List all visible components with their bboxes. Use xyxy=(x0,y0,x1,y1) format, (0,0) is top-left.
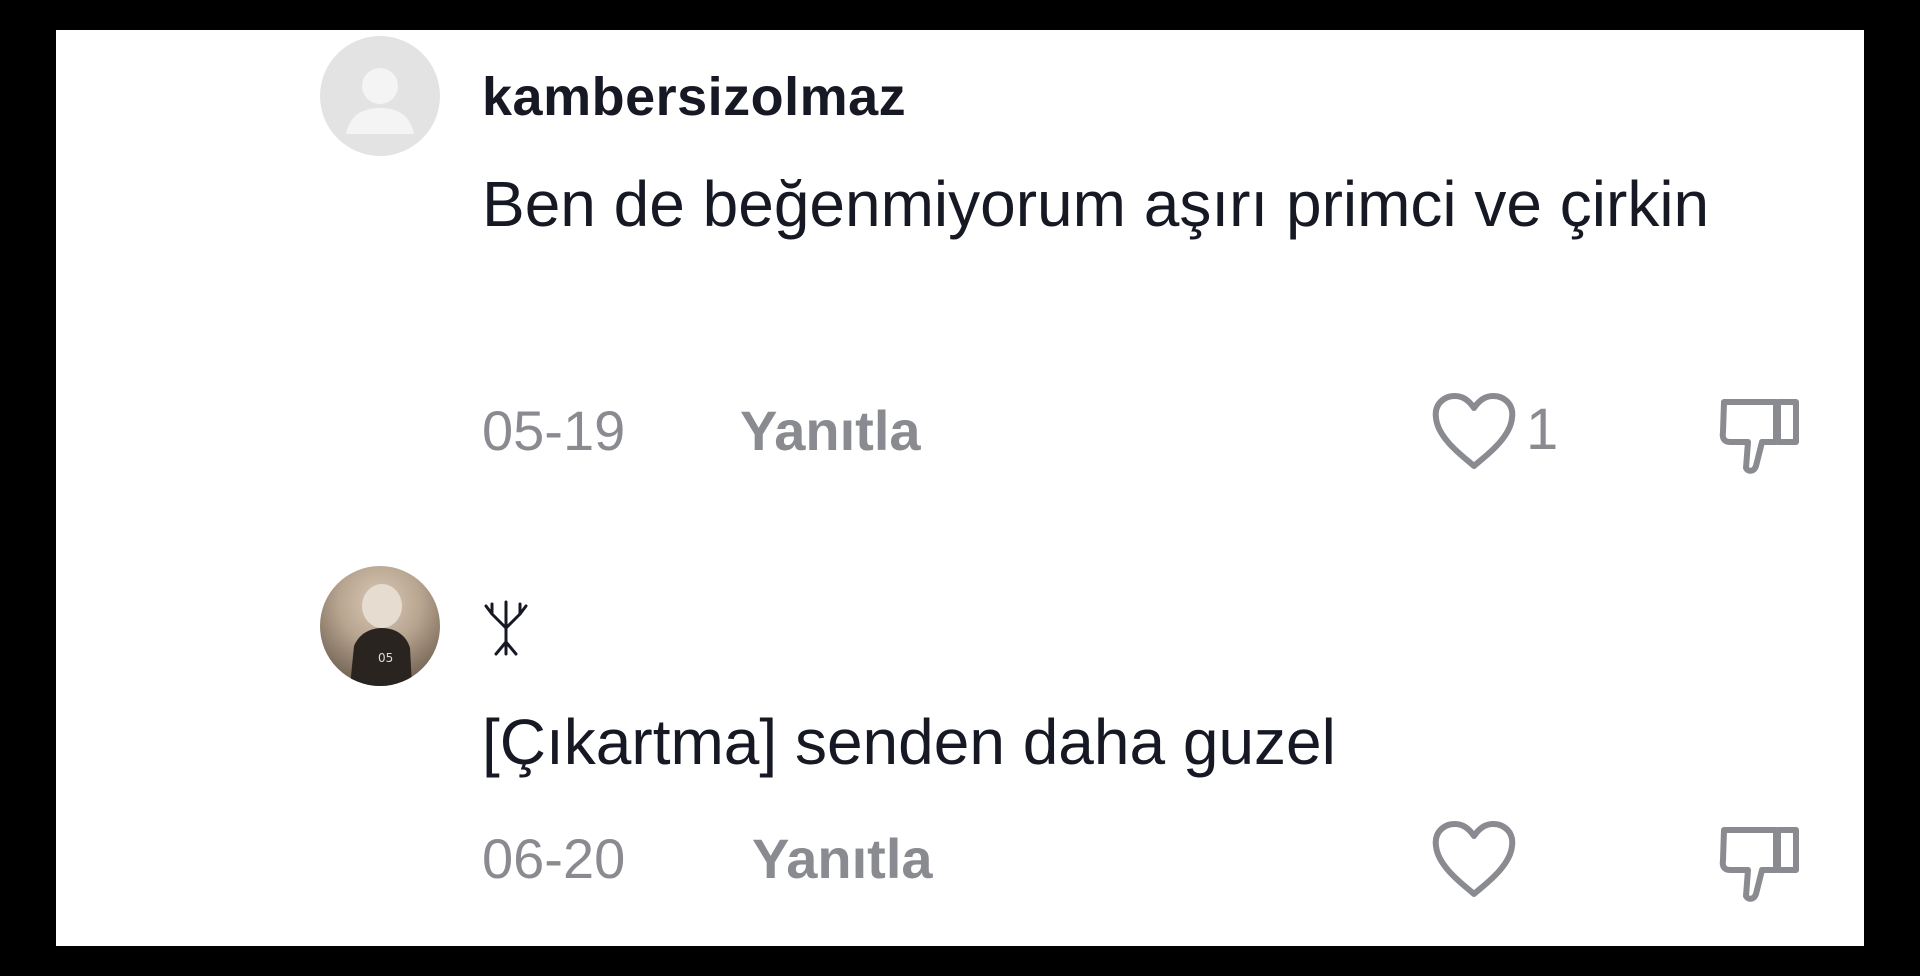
comments-panel: kambersizolmaz Ben de beğenmiyorum aşırı… xyxy=(56,30,1864,946)
comment-text: Ben de beğenmiyorum aşırı primci ve çirk… xyxy=(482,168,1710,240)
thumbs-down-icon[interactable] xyxy=(1716,818,1804,911)
comment-date: 06-20 xyxy=(482,827,626,890)
tree-glyph-icon[interactable] xyxy=(480,598,532,663)
heart-outline-icon[interactable] xyxy=(1430,390,1518,477)
heart-outline-icon[interactable] xyxy=(1430,818,1518,905)
thumbs-down-icon[interactable] xyxy=(1716,390,1804,483)
like-count: 1 xyxy=(1526,397,1559,462)
svg-text:05: 05 xyxy=(378,651,393,665)
user-photo-avatar[interactable]: 05 xyxy=(320,566,440,686)
comment-date: 05-19 xyxy=(482,399,626,462)
reply-button[interactable]: Yanıtla xyxy=(740,398,921,463)
default-avatar-icon[interactable] xyxy=(320,36,440,156)
comment-text: [Çıkartma] senden daha guzel xyxy=(482,706,1336,778)
comment-username[interactable]: kambersizolmaz xyxy=(482,66,906,128)
reply-button[interactable]: Yanıtla xyxy=(752,826,933,891)
